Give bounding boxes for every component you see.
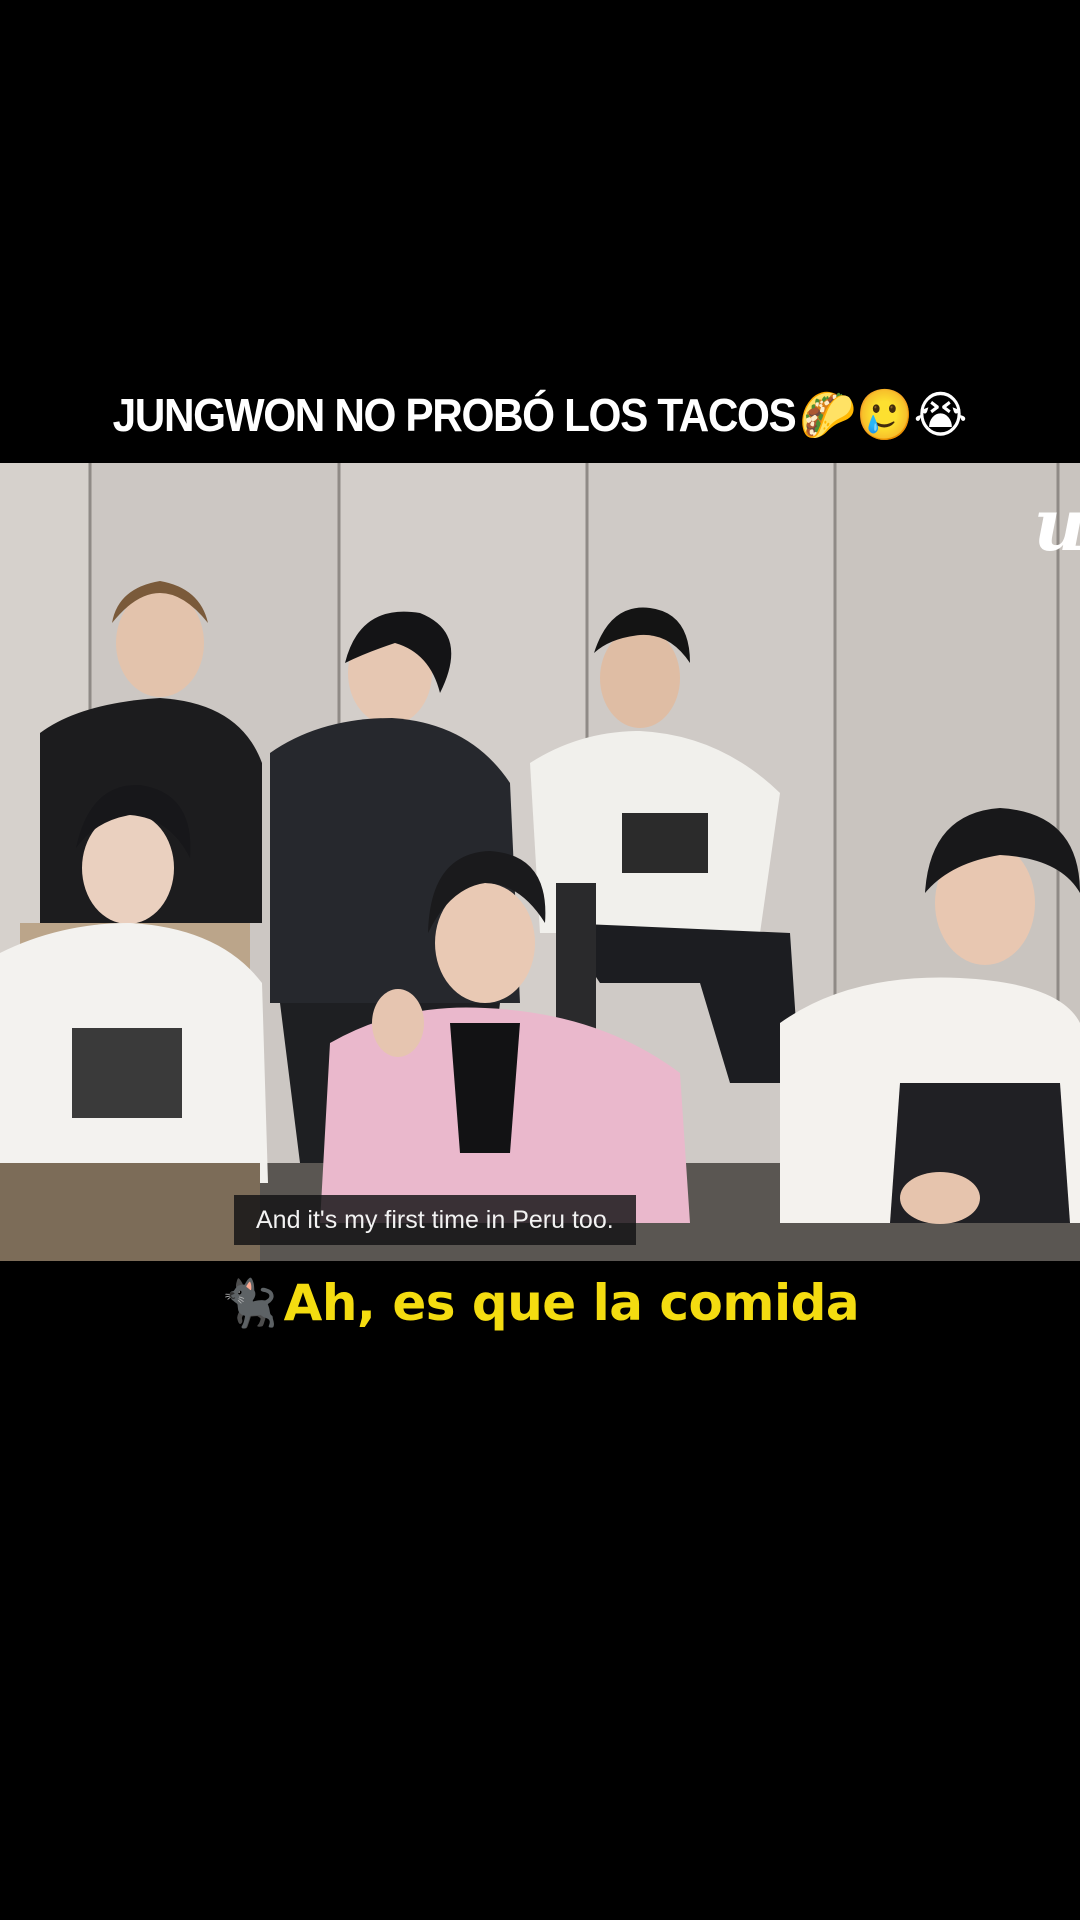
video-scene-illustration [0, 463, 1080, 1261]
platform-watermark: u [1034, 489, 1080, 561]
subtitle-text: Ah, es que la comida [283, 1274, 860, 1332]
video-frame[interactable]: u And it's my first time in Peru too. [0, 463, 1080, 1261]
closed-caption: And it's my first time in Peru too. [234, 1195, 636, 1245]
translated-subtitle: 🐈‍⬛ Ah, es que la comida [0, 1268, 1080, 1338]
taco-crying-emojis: 🌮🥲😭 [799, 385, 968, 444]
title-text: JUNGWON NO PROBÓ LOS TACOS [112, 389, 797, 441]
black-cat-icon: 🐈‍⬛ [220, 1275, 278, 1330]
video-title-overlay: JUNGWON NO PROBÓ LOS TACOS 🌮🥲😭 [43, 380, 1037, 450]
